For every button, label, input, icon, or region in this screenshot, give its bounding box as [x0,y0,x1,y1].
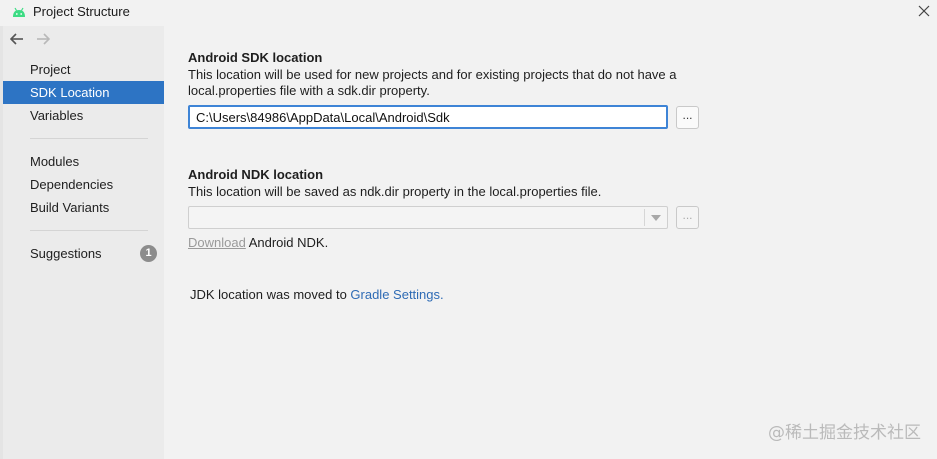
sidebar-item-project[interactable]: Project [3,58,164,81]
combobox-divider [644,209,645,226]
sidebar-item-dependencies[interactable]: Dependencies [3,173,164,196]
watermark: @稀土掘金技术社区 [768,423,921,443]
ndk-path-combobox[interactable] [188,206,668,229]
sidebar-item-label: Project [30,62,71,77]
sidebar-divider [30,138,148,139]
ndk-description: This location will be saved as ndk.dir p… [188,184,602,199]
close-icon[interactable] [917,4,931,18]
sidebar-item-label: Modules [30,154,80,169]
sdk-section-title: Android SDK location [188,50,323,65]
arrow-right-icon[interactable] [36,33,50,45]
sidebar-item-modules[interactable]: Modules [3,150,164,173]
sidebar-item-label: SDK Location [30,85,110,100]
sidebar-item-label: Dependencies [30,177,114,192]
ndk-download-line: Download Android NDK. [188,235,328,250]
android-icon [13,7,25,17]
suggestions-count-badge: 1 [140,245,157,262]
sidebar-item-build-variants[interactable]: Build Variants [3,196,164,219]
project-structure-window: Project Structure Project SDK Location V… [0,0,937,459]
sdk-description-line-1: This location will be used for new proje… [188,67,677,82]
sidebar-item-label: Build Variants [30,200,110,215]
sidebar-item-suggestions[interactable]: Suggestions 1 [3,242,164,265]
sidebar: Project SDK Location Variables Modules D… [3,26,164,459]
chevron-down-icon[interactable] [651,215,661,221]
jdk-moved-text: JDK location was moved to [190,287,351,302]
sidebar-item-sdk-location[interactable]: SDK Location [3,81,164,104]
gradle-settings-link[interactable]: Gradle Settings. [350,287,443,302]
sidebar-divider [30,230,148,231]
sdk-description-line-2: local.properties file with a sdk.dir pro… [188,83,430,98]
ndk-browse-button[interactable]: ... [676,206,699,229]
sdk-location-panel: Android SDK location This location will … [164,26,937,459]
download-ndk-link[interactable]: Download [188,235,246,250]
download-ndk-suffix: Android NDK. [245,235,329,250]
sdk-path-input[interactable] [188,105,668,129]
ndk-section-title: Android NDK location [188,167,324,182]
sdk-browse-button[interactable]: ... [676,106,699,129]
sidebar-item-variables[interactable]: Variables [3,104,164,127]
sidebar-item-label: Variables [30,108,84,123]
sidebar-item-label: Suggestions [30,246,102,261]
title-bar: Project Structure [0,0,937,24]
jdk-moved-notice: JDK location was moved to Gradle Setting… [190,287,444,302]
window-title: Project Structure [33,4,130,19]
arrow-left-icon[interactable] [10,33,24,45]
